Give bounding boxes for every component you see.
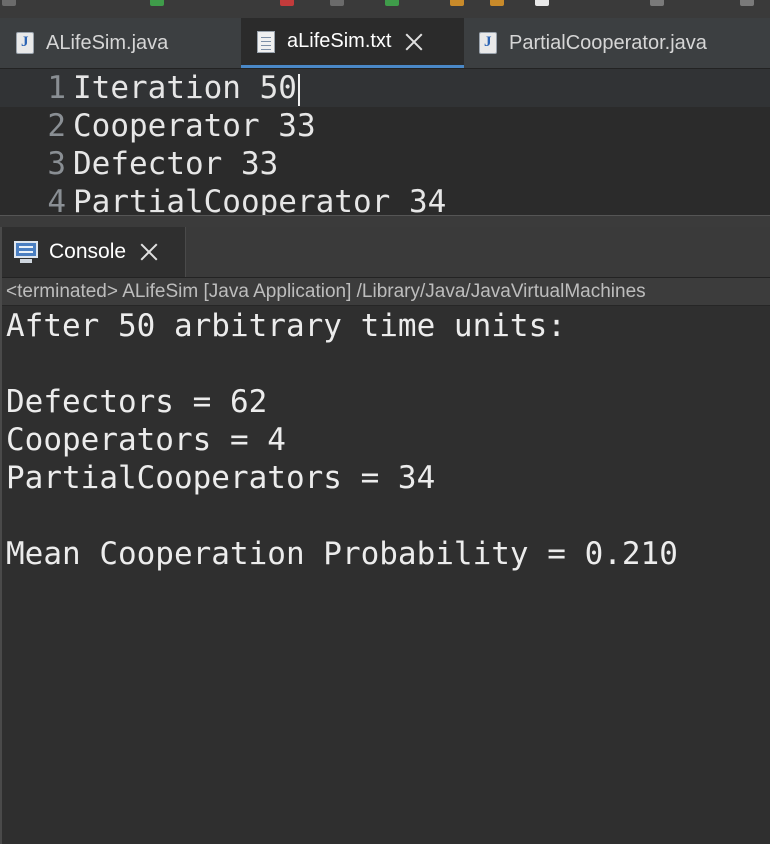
line-content: Iteration 50 <box>73 70 297 106</box>
tab-alifesim-txt[interactable]: aLifeSim.txt <box>241 18 464 68</box>
java-file-icon: J <box>16 32 34 54</box>
console-tab-label: Console <box>49 240 127 263</box>
line-text[interactable]: PartialCooperator 34 <box>73 183 446 215</box>
tab-label: aLifeSim.txt <box>287 30 392 52</box>
console-icon <box>14 241 38 263</box>
toolbar-icon[interactable] <box>330 0 344 6</box>
view-border <box>0 227 2 844</box>
console-line: Mean Cooperation Probability = 0.210 <box>6 536 678 572</box>
line-text[interactable]: Iteration 50 <box>73 69 300 107</box>
toolbar-icon[interactable] <box>535 0 549 6</box>
line-text[interactable]: Defector 33 <box>73 145 278 183</box>
line-number: 3 <box>47 146 66 182</box>
console-output[interactable]: After 50 arbitrary time units: Defectors… <box>0 307 770 844</box>
text-caret <box>297 73 300 106</box>
stop-icon[interactable] <box>280 0 294 6</box>
editor-line[interactable]: 3 Defector 33 <box>0 145 770 183</box>
console-line: Defectors = 62 <box>6 384 268 420</box>
tab-label: ALifeSim.java <box>46 31 169 54</box>
text-file-icon <box>257 30 275 53</box>
tab-console[interactable]: Console <box>0 227 186 277</box>
package-icon[interactable] <box>490 0 504 6</box>
console-line: Cooperators = 4 <box>6 422 286 458</box>
debug-icon[interactable] <box>385 0 399 6</box>
tab-label: PartialCooperator.java <box>509 31 707 54</box>
run-icon[interactable] <box>150 0 164 6</box>
line-text[interactable]: Cooperator 33 <box>73 107 316 145</box>
line-number: 4 <box>47 184 66 215</box>
console-line: After 50 arbitrary time units: <box>6 308 566 344</box>
editor-line[interactable]: 4 PartialCooperator 34 <box>0 183 770 215</box>
console-line: PartialCooperators = 34 <box>6 460 436 496</box>
editor-line[interactable]: 2 Cooperator 33 <box>0 107 770 145</box>
toolbar-icon[interactable] <box>2 0 16 6</box>
line-number: 1 <box>47 70 66 106</box>
editor-tab-bar: J ALifeSim.java aLifeSim.txt J PartialCo… <box>0 18 770 69</box>
line-number: 2 <box>47 108 66 144</box>
editor-line[interactable]: 1 Iteration 50 <box>0 69 770 107</box>
java-file-icon: J <box>479 32 497 54</box>
tab-partialcooperator-java[interactable]: J PartialCooperator.java <box>465 18 770 68</box>
tab-alifesim-java[interactable]: J ALifeSim.java <box>0 18 240 68</box>
text-editor[interactable]: 1 Iteration 50 2 Cooperator 33 3 Defecto… <box>0 69 770 215</box>
close-icon[interactable] <box>140 243 158 261</box>
toolbar-icon[interactable] <box>740 0 754 6</box>
console-status: <terminated> ALifeSim [Java Application]… <box>0 278 770 306</box>
close-icon[interactable] <box>405 33 423 51</box>
toolbar <box>0 0 770 18</box>
toolbar-icon[interactable] <box>650 0 664 6</box>
console-tab-bar: Console <box>0 227 770 278</box>
package-icon[interactable] <box>450 0 464 6</box>
